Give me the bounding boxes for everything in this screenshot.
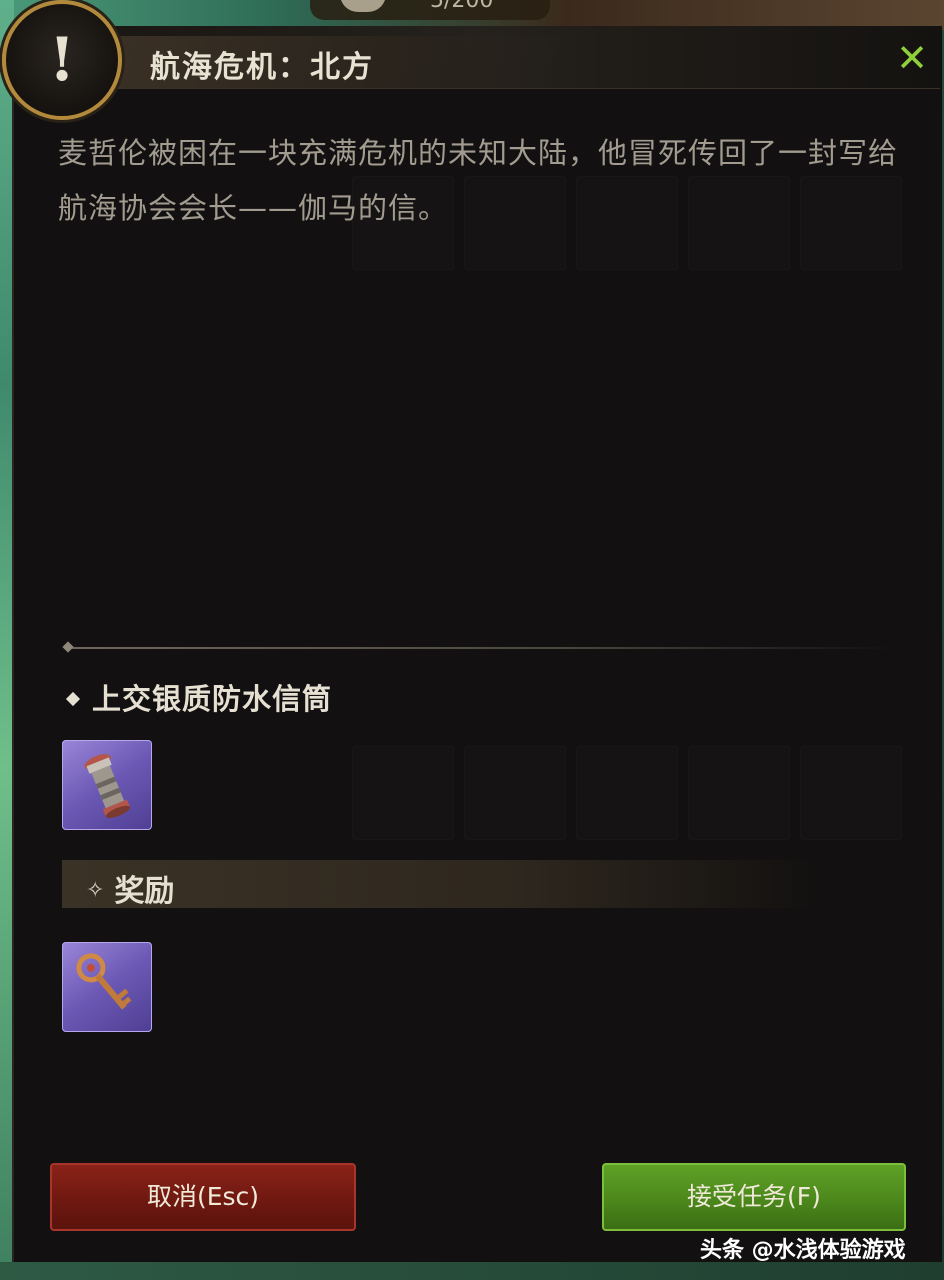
diamond-bullet-icon xyxy=(65,691,81,707)
exclamation-icon: ! xyxy=(48,25,76,95)
quest-badge: ! xyxy=(2,0,122,120)
background-slot xyxy=(688,746,790,840)
background-slot xyxy=(576,746,678,840)
watermark: 头条 @水浅体验游戏 xyxy=(700,1238,906,1263)
quest-description: 麦哲伦被困在一块充满危机的未知大陆，他冒死传回了一封写给航海协会会长——伽马的信… xyxy=(58,136,899,225)
close-button[interactable]: ✕ xyxy=(892,38,932,78)
close-icon[interactable]: ✕ xyxy=(896,36,928,80)
accept-quest-button[interactable]: 接受任务(F) xyxy=(602,1163,906,1231)
sparkle-icon: ✧ xyxy=(86,878,105,903)
objective-heading: 上交银质防水信筒 xyxy=(64,676,332,718)
background-slot xyxy=(352,746,454,840)
inventory-counter: 5/200 xyxy=(310,0,550,20)
section-divider xyxy=(70,647,900,649)
bag-icon xyxy=(340,0,386,12)
inventory-count: 5/200 xyxy=(430,0,494,13)
rewards-heading-text: 奖励 xyxy=(114,874,175,909)
background-slot xyxy=(464,746,566,840)
objective-heading-text: 上交银质防水信筒 xyxy=(92,682,333,716)
cancel-button[interactable]: 取消(Esc) xyxy=(50,1163,356,1231)
background-bottom xyxy=(0,1262,944,1280)
ornate-key-icon xyxy=(76,953,132,1010)
rewards-header-bar xyxy=(62,860,822,908)
background-slot xyxy=(800,746,902,840)
reward-item-slot[interactable] xyxy=(62,942,152,1032)
rewards-heading: ✧ 奖励 xyxy=(86,866,174,910)
objective-item-slot[interactable] xyxy=(62,740,152,830)
dialog-title: 航海危机：北方 xyxy=(150,50,374,85)
silver-waterproof-letter-tube-icon xyxy=(84,754,131,819)
